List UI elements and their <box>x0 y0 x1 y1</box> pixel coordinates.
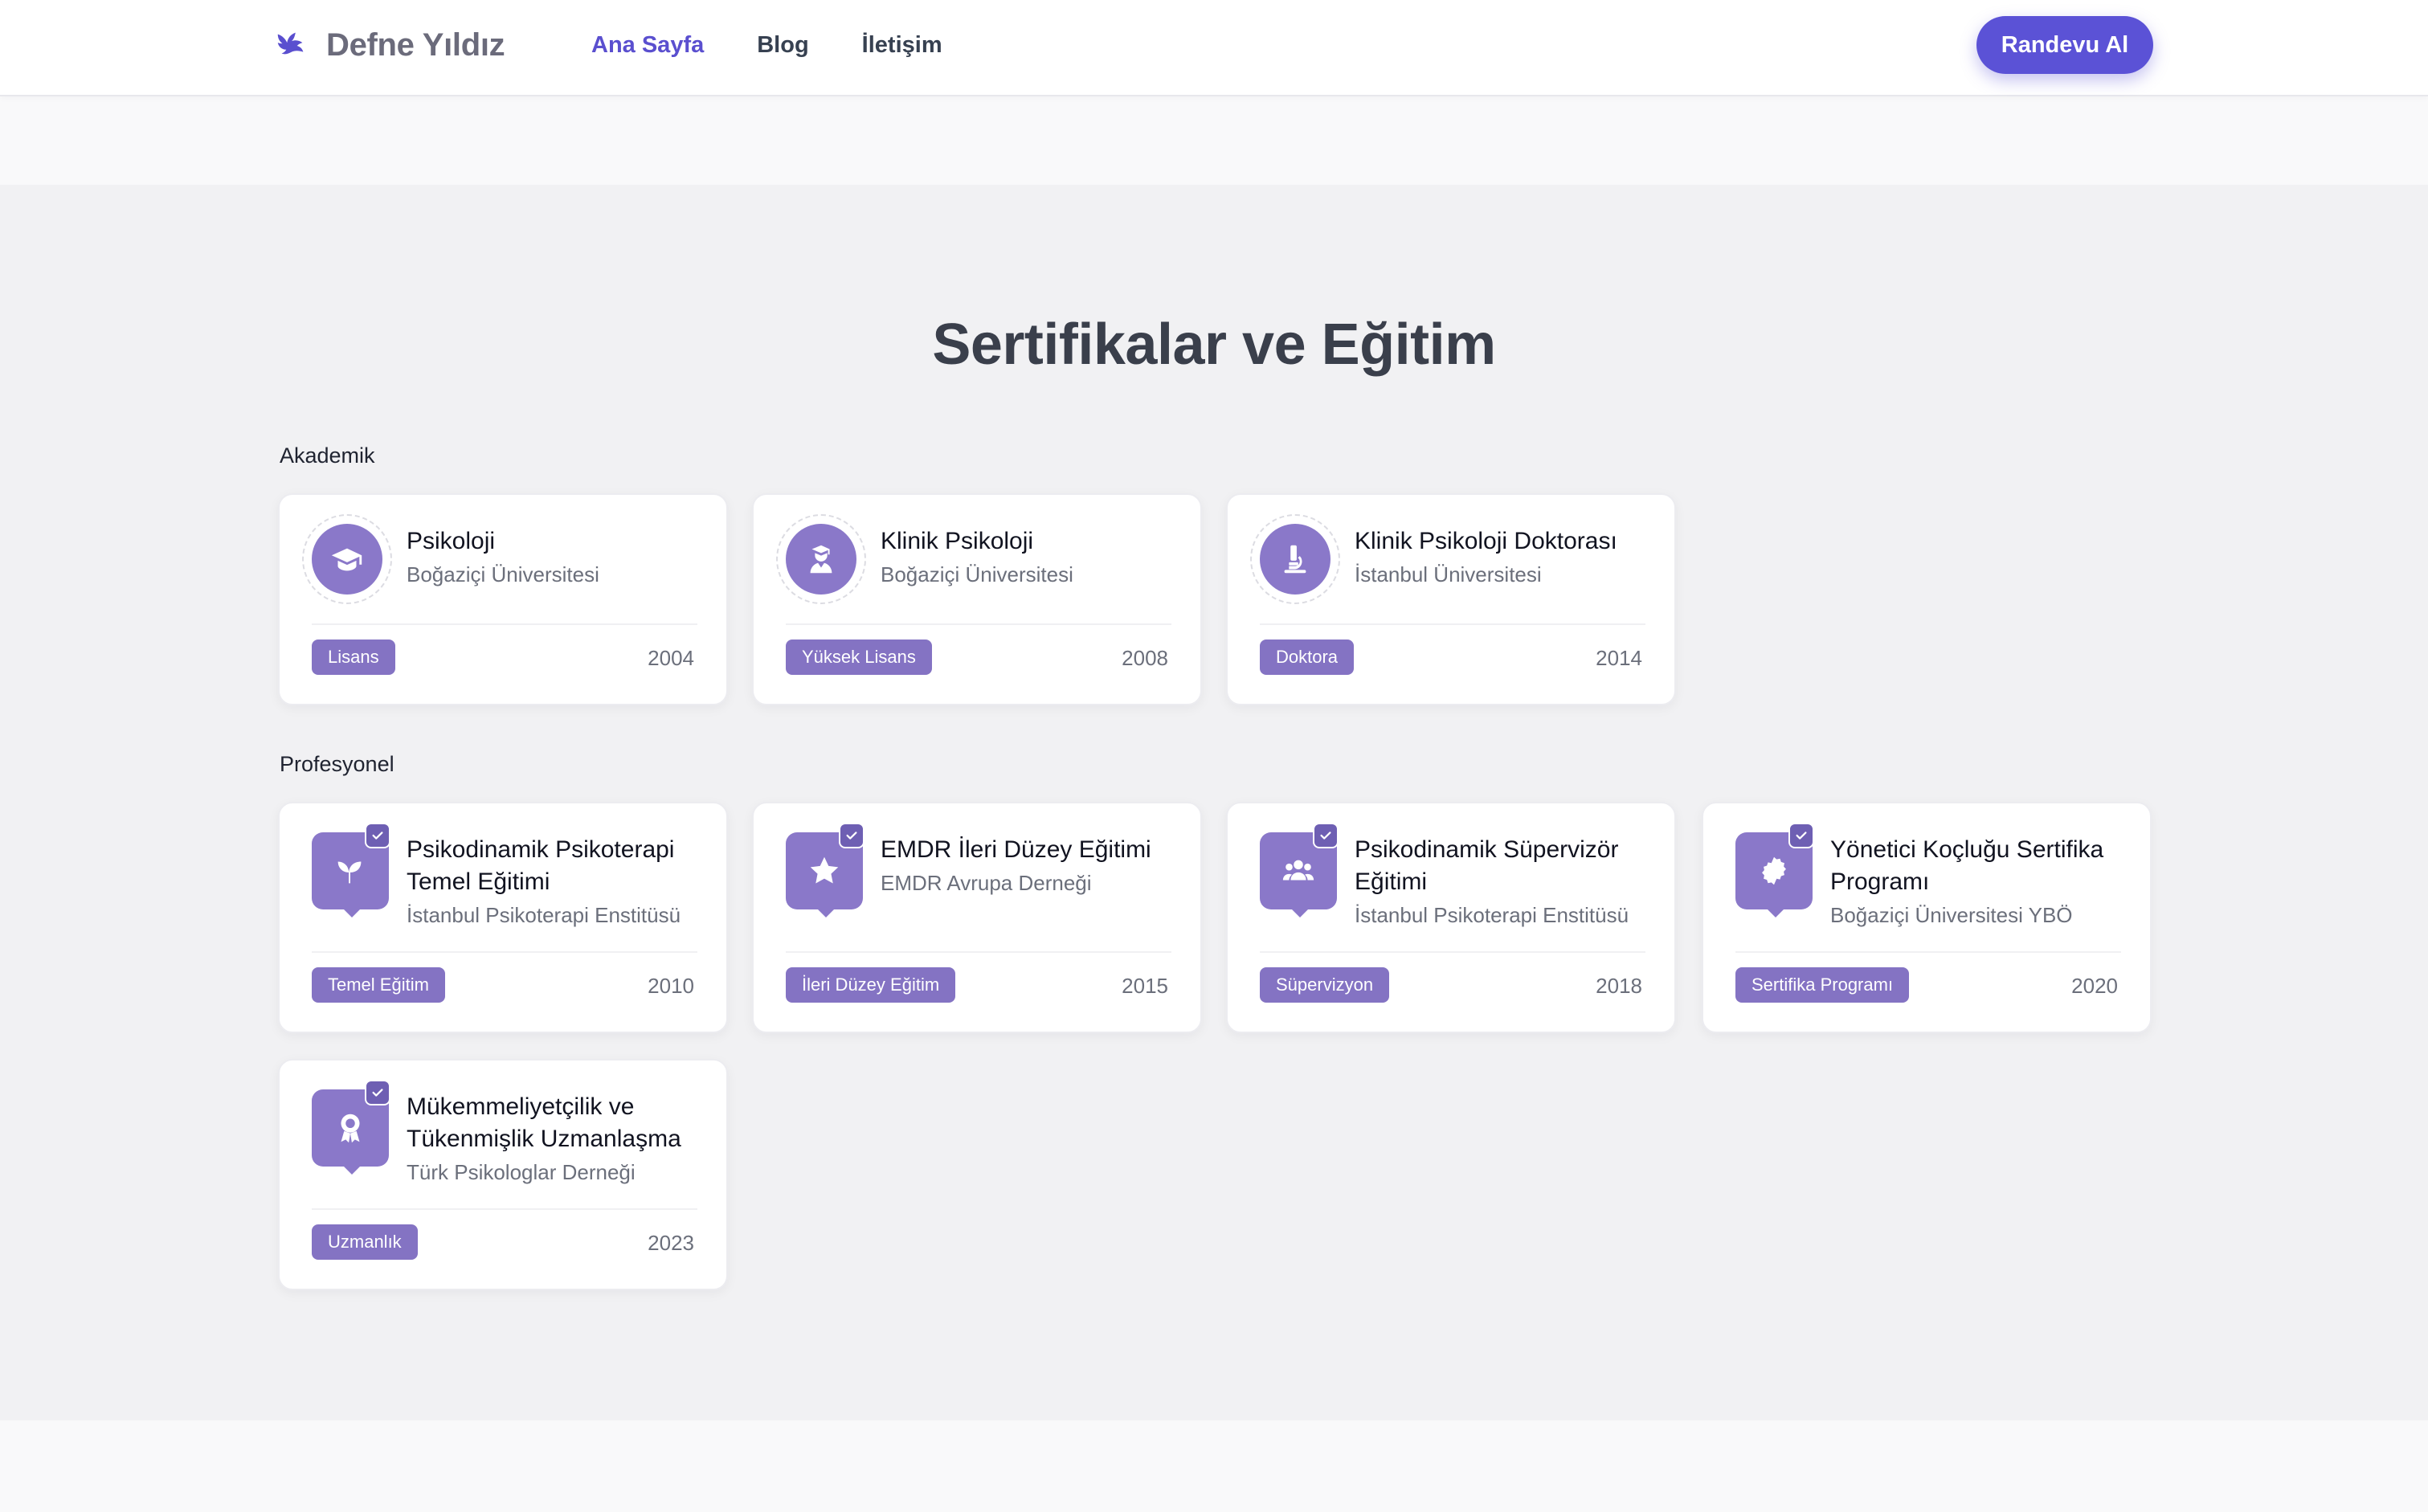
card-icon-badge <box>776 514 866 604</box>
professional-card: Psikodinamik Psikoterapi Temel Eğitimi İ… <box>278 802 728 1033</box>
card-institution: Boğaziçi Üniversitesi <box>407 562 599 586</box>
main-nav: Ana Sayfa Blog İletişim <box>591 27 942 63</box>
microscope-icon <box>1260 524 1330 595</box>
check-icon <box>1313 823 1339 848</box>
card-title: Klinik Psikoloji Doktorası <box>1355 528 1617 554</box>
dove-icon <box>273 27 310 63</box>
card-institution: EMDR Avrupa Derneği <box>881 871 1092 895</box>
card-institution: İstanbul Psikoterapi Enstitüsü <box>407 903 681 927</box>
nav-link-contact[interactable]: İletişim <box>862 32 942 59</box>
graduate-user-icon <box>786 524 856 595</box>
card-icon-badge <box>302 823 392 917</box>
card-institution: Boğaziçi Üniversitesi YBÖ <box>1830 903 2073 927</box>
card-title: Yönetici Koçluğu Sertifika Programı <box>1830 836 2104 895</box>
academic-card: Klinik Psikoloji Boğaziçi Üniversitesi Y… <box>752 493 1202 705</box>
card-year: 2023 <box>648 1231 694 1255</box>
brand-logo-link[interactable]: Defne Yıldız <box>273 24 505 66</box>
check-icon <box>839 823 865 848</box>
degree-badge: Doktora <box>1260 640 1355 675</box>
professional-card: Yönetici Koçluğu Sertifika Programı Boğa… <box>1702 802 2152 1033</box>
card-year: 2014 <box>1596 646 1642 670</box>
card-icon-badge <box>776 823 866 917</box>
category-badge: Sertifika Programı <box>1735 967 1910 1003</box>
card-icon-badge <box>1250 823 1340 917</box>
category-badge: Uzmanlık <box>312 1224 418 1260</box>
check-icon <box>1788 823 1814 848</box>
card-year: 2015 <box>1122 974 1168 998</box>
academic-group-label: Akademik <box>280 443 375 468</box>
card-year: 2004 <box>648 646 694 670</box>
section-title: Sertifikalar ve Eğitim <box>932 313 1496 377</box>
card-icon-badge <box>302 514 392 604</box>
page-bottom-area <box>0 1420 2428 1512</box>
check-icon <box>365 1080 390 1105</box>
card-year: 2008 <box>1122 646 1168 670</box>
card-title: Klinik Psikoloji <box>881 528 1034 554</box>
certificates-section: Sertifikalar ve Eğitim Akademik Psikoloj… <box>0 185 2428 1420</box>
book-appointment-button[interactable]: Randevu Al <box>1976 16 2153 74</box>
card-title: EMDR İleri Düzey Eğitimi <box>881 836 1151 863</box>
card-year: 2010 <box>648 974 694 998</box>
card-institution: İstanbul Üniversitesi <box>1355 562 1542 586</box>
degree-badge: Yüksek Lisans <box>786 640 932 675</box>
card-icon-badge <box>302 1080 392 1175</box>
card-icon-badge <box>1250 514 1340 604</box>
top-navbar: Defne Yıldız Ana Sayfa Blog İletişim Ran… <box>0 0 2428 96</box>
nav-link-blog[interactable]: Blog <box>757 32 808 59</box>
card-institution: Boğaziçi Üniversitesi <box>881 562 1073 586</box>
professional-group-label: Profesyonel <box>280 752 394 776</box>
professional-card: Mükemmeliyetçilik ve Tükenmişlik Uzmanla… <box>278 1059 728 1290</box>
card-year: 2018 <box>1596 974 1642 998</box>
nav-link-home[interactable]: Ana Sayfa <box>591 32 704 59</box>
category-badge: Temel Eğitim <box>312 967 445 1003</box>
card-year: 2020 <box>2071 974 2118 998</box>
card-title: Mükemmeliyetçilik ve Tükenmişlik Uzmanla… <box>407 1093 681 1152</box>
brand-name: Defne Yıldız <box>326 27 505 63</box>
check-icon <box>365 823 390 848</box>
degree-badge: Lisans <box>312 640 395 675</box>
graduation-cap-icon <box>312 524 382 595</box>
category-badge: İleri Düzey Eğitim <box>786 967 956 1003</box>
professional-card: EMDR İleri Düzey Eğitimi EMDR Avrupa Der… <box>752 802 1202 1033</box>
category-badge: Süpervizyon <box>1260 967 1390 1003</box>
card-institution: Türk Psikologlar Derneği <box>407 1160 636 1184</box>
card-institution: İstanbul Psikoterapi Enstitüsü <box>1355 903 1629 927</box>
academic-card: Klinik Psikoloji Doktorası İstanbul Üniv… <box>1226 493 1676 705</box>
academic-card: Psikoloji Boğaziçi Üniversitesi Lisans 2… <box>278 493 728 705</box>
professional-card: Psikodinamik Süpervizör Eğitimi İstanbul… <box>1226 802 1676 1033</box>
card-title: Psikoloji <box>407 528 496 554</box>
card-icon-badge <box>1726 823 1816 917</box>
card-title: Psikodinamik Süpervizör Eğitimi <box>1355 836 1619 895</box>
card-title: Psikodinamik Psikoterapi Temel Eğitimi <box>407 836 675 895</box>
